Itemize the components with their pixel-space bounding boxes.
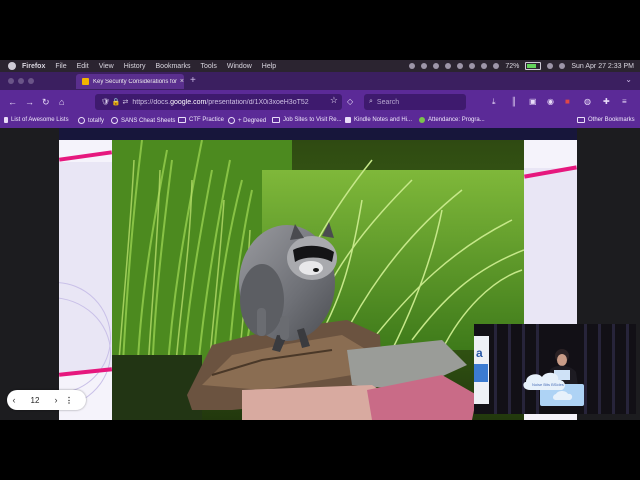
- tray-icon[interactable]: [481, 63, 488, 69]
- svg-text:a: a: [476, 346, 483, 360]
- window-minimize-button[interactable]: [18, 78, 24, 84]
- screen: Firefox File Edit View History Bookmarks…: [0, 60, 640, 420]
- app-menu-icon[interactable]: ≡: [622, 96, 627, 108]
- bookmark-item[interactable]: Kindle Notes and Hi...: [345, 117, 412, 123]
- tray-icon[interactable]: [433, 63, 440, 69]
- url-bar[interactable]: 🛡 🔒 ⇄ https://docs.google.com/presentati…: [95, 94, 342, 110]
- menu-tools[interactable]: Tools: [201, 63, 217, 70]
- forward-button[interactable]: →: [25, 96, 34, 108]
- more-options-icon[interactable]: ⋮: [63, 396, 75, 405]
- downloads-icon[interactable]: ⤓: [492, 96, 496, 108]
- slide-left-panel: [59, 162, 112, 409]
- bookmark-item[interactable]: CTF Practice: [178, 117, 224, 123]
- battery-icon[interactable]: [525, 62, 542, 70]
- folder-icon: [577, 117, 585, 123]
- bookmark-item[interactable]: + Degreed: [228, 117, 266, 124]
- bookmarks-toolbar: List of Awesome Lists totalfy SANS Cheat…: [0, 114, 640, 128]
- reload-button[interactable]: ↻: [42, 96, 50, 108]
- macos-menubar: Firefox File Edit View History Bookmarks…: [0, 60, 640, 72]
- tab-strip: Key Security Considerations for × + ⌄: [0, 72, 640, 90]
- bookmark-item[interactable]: Job Sites to Visit Re...: [272, 117, 342, 123]
- menubar-clock[interactable]: Sun Apr 27 2:33 PM: [571, 63, 634, 70]
- leaf-icon: [419, 117, 425, 123]
- menu-history[interactable]: History: [124, 63, 146, 70]
- tab-list-icon[interactable]: ⌄: [625, 75, 632, 84]
- account-icon[interactable]: ◉: [547, 96, 554, 108]
- tray-icon[interactable]: [421, 63, 428, 69]
- kindle-icon: [345, 117, 351, 123]
- globe-icon: [228, 117, 235, 124]
- speaker-sign-text: Noise Bits BSides: [532, 382, 564, 387]
- slide-accent-stripe: [59, 150, 113, 162]
- library-icon[interactable]: ║: [511, 96, 517, 108]
- menu-bookmarks[interactable]: Bookmarks: [156, 63, 191, 70]
- folder-icon: [272, 117, 280, 123]
- speaker-webcam: a Noise Bits BSides: [474, 324, 636, 414]
- tab-active[interactable]: Key Security Considerations for ×: [76, 74, 184, 89]
- menu-app-name[interactable]: Firefox: [22, 63, 45, 70]
- volume-icon[interactable]: [493, 63, 500, 69]
- raccoon-photo-illustration: [112, 140, 524, 420]
- search-placeholder: Search: [376, 98, 400, 106]
- tab-title: Key Security Considerations for: [93, 78, 177, 85]
- bookmark-item[interactable]: Attendance: Progra...: [419, 117, 485, 123]
- extension-icon[interactable]: ◍: [584, 96, 591, 108]
- slide-top-band: [59, 128, 577, 140]
- tray-icon[interactable]: [409, 63, 416, 69]
- wifi-icon[interactable]: [547, 63, 554, 69]
- previous-slide-button[interactable]: ‹: [7, 395, 21, 405]
- menu-edit[interactable]: Edit: [77, 63, 89, 70]
- globe-icon: [111, 117, 118, 124]
- navigation-toolbar: ← → ↻ ⌂ 🛡 🔒 ⇄ https://docs.google.com/pr…: [0, 90, 640, 114]
- url-text[interactable]: https://docs.google.com/presentation/d/1…: [132, 99, 308, 106]
- battery-percent: 72%: [505, 62, 520, 70]
- tray-icon[interactable]: [445, 63, 452, 69]
- folder-icon: [178, 117, 186, 123]
- home-button[interactable]: ⌂: [59, 96, 64, 108]
- control-center-icon[interactable]: [559, 63, 566, 69]
- window-close-button[interactable]: [8, 78, 14, 84]
- other-bookmarks[interactable]: Other Bookmarks: [577, 117, 635, 123]
- tray-icon[interactable]: [457, 63, 464, 69]
- menu-file[interactable]: File: [55, 63, 66, 70]
- apple-icon[interactable]: [8, 62, 16, 70]
- raccoon-photo: [112, 140, 524, 420]
- extension-icon[interactable]: ■: [565, 96, 570, 108]
- speaker-video-illustration: a Noise Bits BSides: [474, 324, 636, 414]
- slides-favicon-icon: [82, 78, 89, 85]
- bookmark-item[interactable]: totalfy: [78, 117, 104, 124]
- menu-help[interactable]: Help: [262, 63, 276, 70]
- new-tab-button[interactable]: +: [190, 75, 196, 86]
- sidebar-icon[interactable]: ▣: [529, 96, 537, 108]
- window-zoom-button[interactable]: [28, 78, 34, 84]
- pocket-icon[interactable]: ◇: [347, 96, 353, 108]
- menu-view[interactable]: View: [99, 63, 114, 70]
- bookmark-item[interactable]: SANS Cheat Sheets: [111, 117, 175, 124]
- shield-lock-icon[interactable]: 🛡 🔒 ⇄: [101, 98, 128, 106]
- search-bar[interactable]: ⌕ Search: [364, 94, 466, 110]
- menu-window[interactable]: Window: [227, 63, 252, 70]
- slide-number-field[interactable]: 12: [21, 396, 49, 405]
- bookmark-star-icon[interactable]: ☆: [330, 95, 338, 106]
- tray-icon[interactable]: [469, 63, 476, 69]
- slide-page-navigator: ‹ 12 › ⋮: [7, 390, 86, 410]
- tab-close-icon[interactable]: ×: [180, 78, 184, 85]
- list-icon: [4, 117, 8, 123]
- next-slide-button[interactable]: ›: [49, 395, 63, 405]
- back-button[interactable]: ←: [8, 96, 17, 108]
- extensions-icon[interactable]: ✚: [603, 96, 610, 108]
- menubar-tray: 72% Sun Apr 27 2:33 PM: [409, 60, 634, 72]
- globe-icon: [78, 117, 85, 124]
- search-icon: ⌕: [369, 98, 373, 105]
- bookmark-item[interactable]: List of Awesome Lists: [4, 117, 69, 123]
